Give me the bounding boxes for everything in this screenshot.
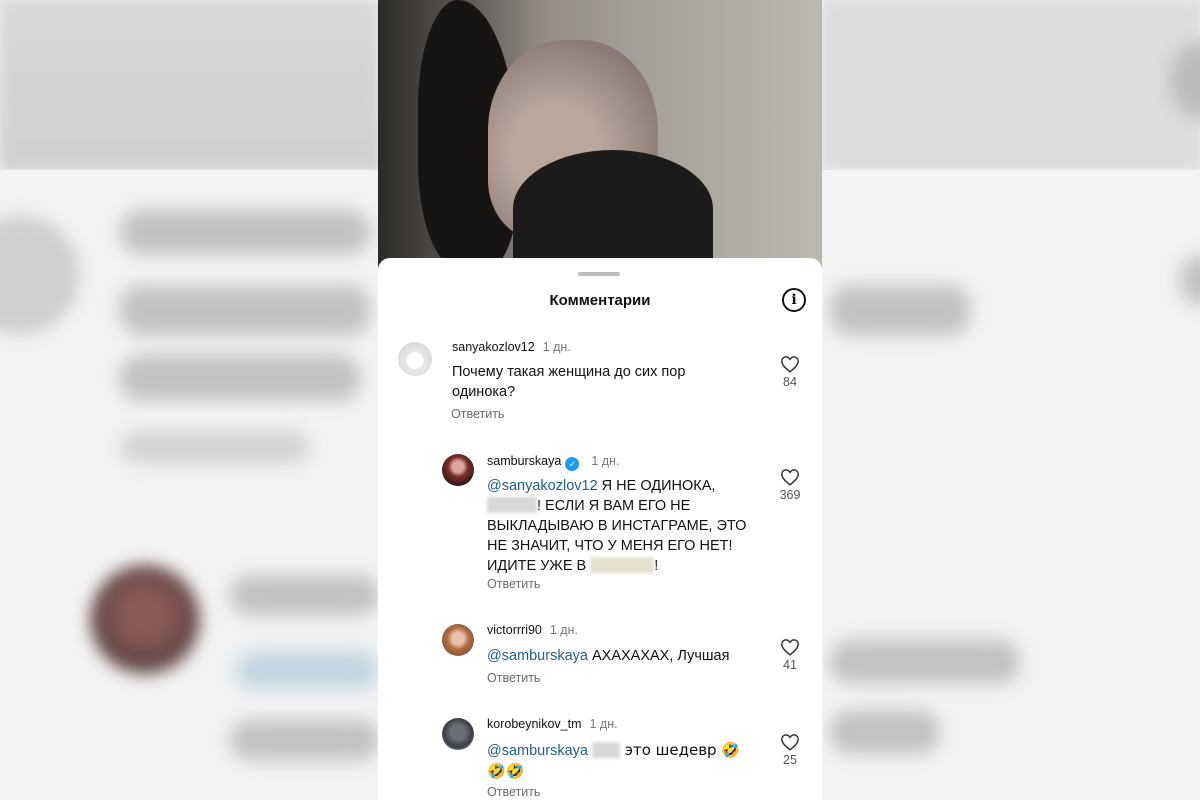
censored-text [487, 497, 537, 513]
blurred-text [120, 430, 310, 464]
blurred-text [230, 575, 380, 615]
avatar[interactable] [442, 718, 474, 750]
comment-text: @sanyakozlov12 Я НЕ ОДИНОКА, ! ЕСЛИ Я ВА… [487, 476, 757, 576]
reply-button[interactable]: Ответить [451, 407, 504, 421]
like-count: 84 [783, 375, 797, 389]
comment-text-part: Я НЕ ОДИНОКА, [597, 478, 716, 494]
timestamp: 1 дн. [591, 454, 620, 468]
verified-badge-icon: ✓ [565, 457, 580, 471]
comment-text-part: это шедевр 🤣 [619, 741, 741, 759]
heart-icon [781, 469, 799, 486]
blurred-text [120, 210, 370, 254]
comment-text-part: 🤣🤣 [487, 762, 525, 780]
heart-icon [781, 639, 799, 656]
mention-link[interactable]: @sanyakozlov12 [487, 478, 598, 494]
blurred-text [120, 285, 370, 335]
heart-icon [781, 356, 799, 373]
blurred-text [830, 710, 940, 754]
comment-text: Почему такая женщина до сих пор одинока? [452, 364, 686, 400]
comment-text: @samburskaya АХАХАХАХ, Лучшая [487, 646, 757, 666]
censored-text [591, 742, 620, 758]
phone-screen: Комментарии i sanyakozlov12 1 дн. Почему … [378, 0, 822, 800]
timestamp: 1 дн. [589, 717, 618, 731]
like-button[interactable]: 41 [777, 638, 803, 672]
blurred-photo-right [822, 0, 1200, 170]
heart-icon [781, 734, 799, 751]
mention-link[interactable]: @samburskaya [487, 743, 588, 759]
comment-header: samburskaya ✓ 1 дн. [487, 454, 619, 471]
post-photo [378, 0, 822, 268]
username[interactable]: korobeynikov_tm [487, 717, 582, 731]
like-count: 369 [779, 488, 801, 502]
blurred-text [235, 650, 380, 690]
reply-button[interactable]: Ответить [487, 671, 540, 685]
avatar[interactable] [442, 624, 474, 656]
like-button[interactable]: 84 [777, 355, 803, 389]
blurred-avatar [90, 565, 200, 675]
like-button[interactable]: 369 [777, 468, 803, 502]
blurred-text [830, 285, 970, 335]
comments-sheet: Комментарии i sanyakozlov12 1 дн. Почему … [378, 258, 822, 800]
timestamp: 1 дн. [549, 623, 578, 637]
drag-handle[interactable] [578, 272, 620, 276]
reply-button[interactable]: Ответить [487, 785, 540, 799]
like-count: 41 [783, 658, 797, 672]
censored-text [590, 557, 655, 573]
blurred-text [830, 640, 1020, 684]
avatar[interactable] [398, 342, 432, 376]
username[interactable]: victorrri90 [487, 623, 542, 637]
comment-header: sanyakozlov12 1 дн. [452, 340, 571, 354]
timestamp: 1 дн. [542, 340, 571, 354]
comment-text: @samburskaya это шедевр 🤣 🤣🤣 [487, 740, 757, 782]
blurred-text [230, 720, 380, 760]
comment-header: korobeynikov_tm 1 дн. [487, 717, 618, 731]
like-count: 25 [783, 753, 797, 767]
avatar[interactable] [442, 454, 474, 486]
mention-link[interactable]: @samburskaya [487, 648, 588, 664]
comment-header: victorrri90 1 дн. [487, 623, 578, 637]
comment-text-part: ! [654, 558, 659, 574]
blurred-photo-left [0, 0, 380, 170]
like-button[interactable]: 25 [777, 733, 803, 767]
blurred-text [120, 355, 360, 401]
comment-text-part: АХАХАХАХ, Лучшая [587, 648, 730, 664]
username[interactable]: samburskaya [487, 454, 561, 468]
photo-clothing [513, 150, 713, 268]
info-icon[interactable]: i [782, 288, 806, 312]
reply-button[interactable]: Ответить [487, 577, 540, 591]
username[interactable]: sanyakozlov12 [452, 340, 535, 354]
sheet-title: Комментарии [549, 292, 651, 309]
